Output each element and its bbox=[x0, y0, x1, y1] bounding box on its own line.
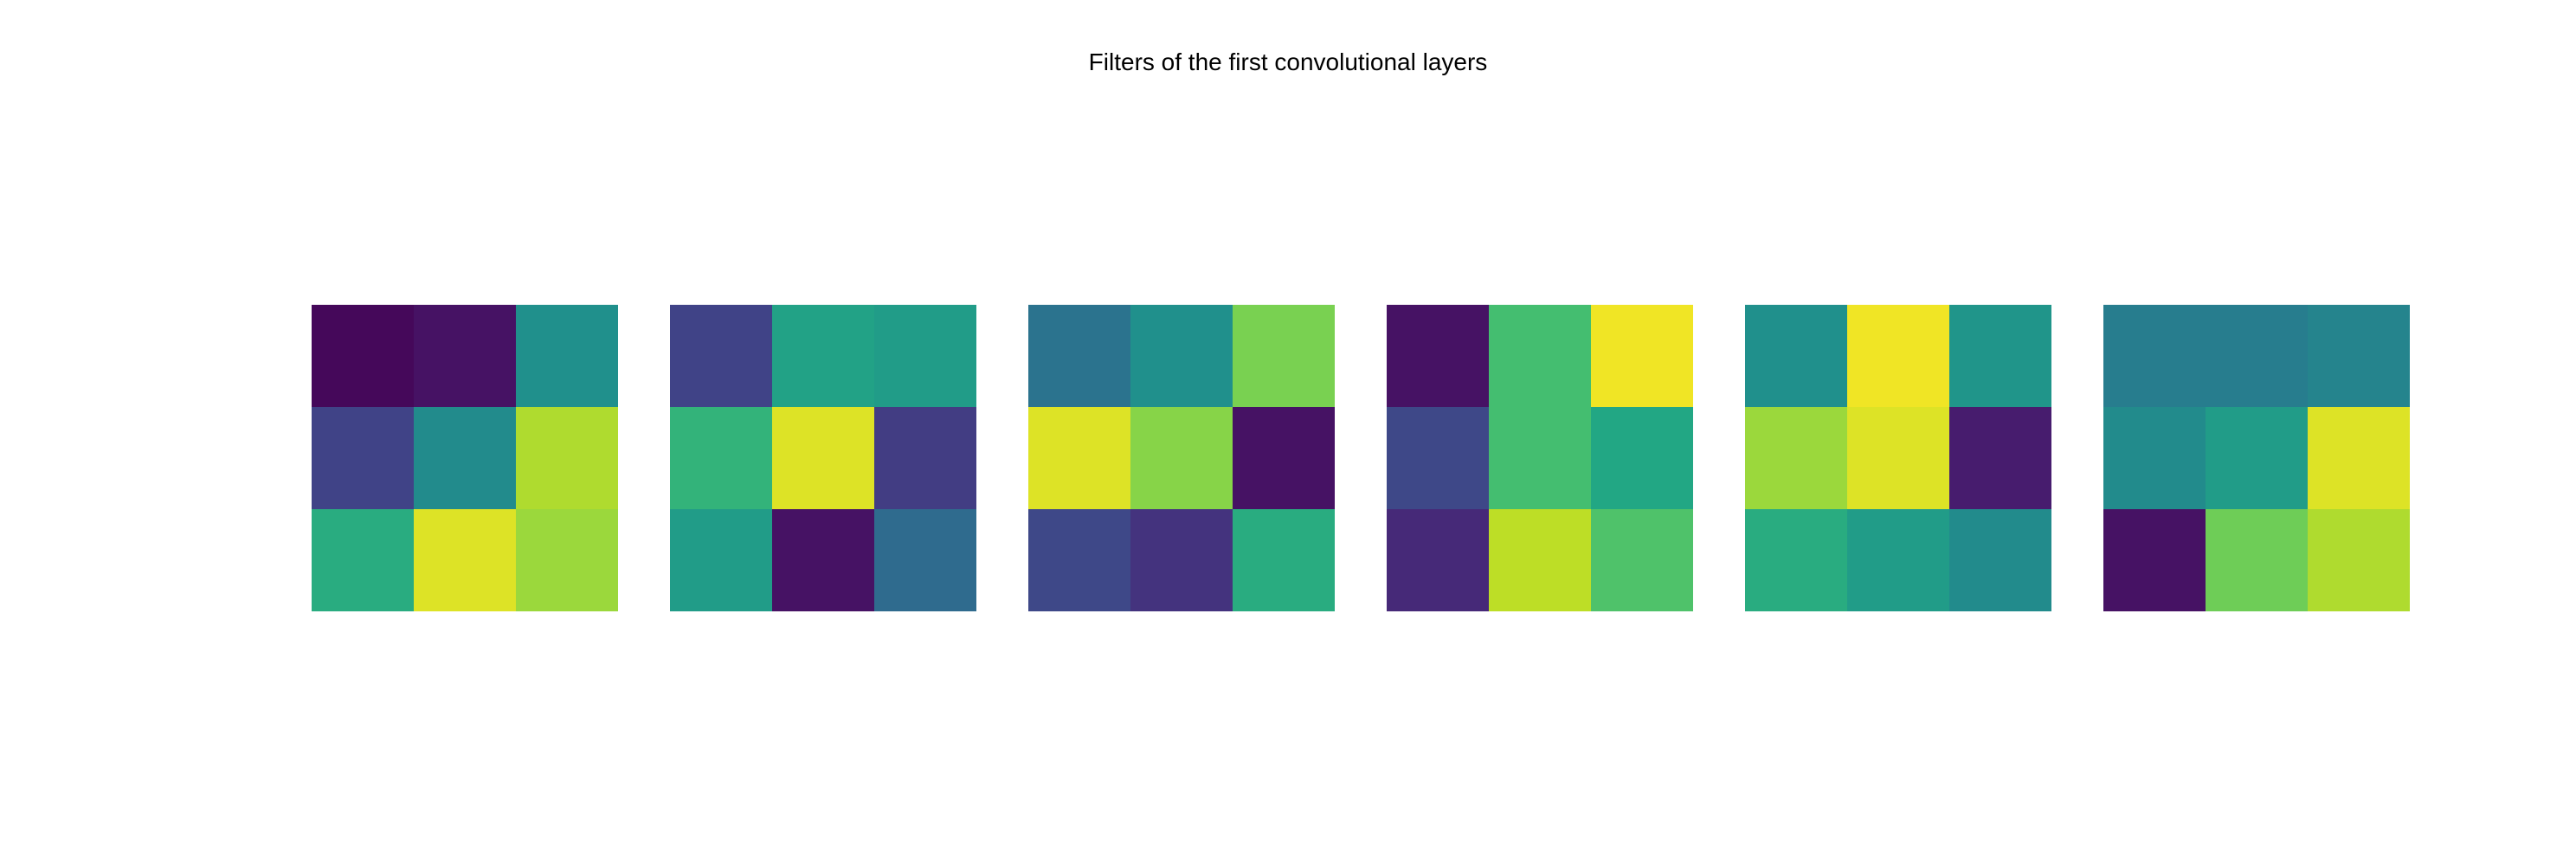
figure-title: Filters of the first convolutional layer… bbox=[0, 48, 2576, 76]
heatmap-cell bbox=[1591, 509, 1693, 611]
heatmap-panel-1 bbox=[670, 305, 976, 611]
heatmap-cell bbox=[414, 407, 516, 509]
heatmap-cell bbox=[1949, 509, 2051, 611]
heatmap-cell bbox=[1233, 509, 1335, 611]
heatmap-cell bbox=[1233, 407, 1335, 509]
heatmap-panel-0 bbox=[312, 305, 618, 611]
heatmap-cell bbox=[1949, 305, 2051, 407]
heatmap-cell bbox=[2103, 305, 2206, 407]
heatmap-cell bbox=[1130, 407, 1233, 509]
heatmap-cell bbox=[2206, 305, 2308, 407]
heatmap-cell bbox=[312, 509, 414, 611]
heatmap-panel-4 bbox=[1745, 305, 2051, 611]
heatmap-cell bbox=[1387, 407, 1489, 509]
heatmap-cell bbox=[2103, 407, 2206, 509]
heatmap-cell bbox=[1591, 305, 1693, 407]
heatmap-cell bbox=[1745, 305, 1847, 407]
heatmap-cell bbox=[1130, 509, 1233, 611]
heatmap-panel-3 bbox=[1387, 305, 1693, 611]
heatmap-cell bbox=[1847, 407, 1949, 509]
heatmap-cell bbox=[1745, 509, 1847, 611]
heatmap-cell bbox=[1847, 509, 1949, 611]
heatmap-cell bbox=[1847, 305, 1949, 407]
heatmap-cell bbox=[1949, 407, 2051, 509]
heatmap-cell bbox=[2308, 305, 2410, 407]
heatmap-cell bbox=[2308, 407, 2410, 509]
heatmap-cell bbox=[1489, 407, 1591, 509]
heatmap-cell bbox=[1028, 305, 1130, 407]
heatmap-cell bbox=[874, 407, 976, 509]
heatmap-cell bbox=[2103, 509, 2206, 611]
heatmap-panel-2 bbox=[1028, 305, 1335, 611]
heatmap-cell bbox=[312, 305, 414, 407]
heatmap-cell bbox=[516, 509, 618, 611]
heatmap-cell bbox=[772, 407, 874, 509]
heatmap-cell bbox=[1233, 305, 1335, 407]
heatmap-cell bbox=[516, 305, 618, 407]
heatmap-cell bbox=[414, 305, 516, 407]
heatmap-cell bbox=[1130, 305, 1233, 407]
heatmap-panel-5 bbox=[2103, 305, 2410, 611]
heatmap-row bbox=[312, 305, 2410, 611]
heatmap-cell bbox=[772, 305, 874, 407]
heatmap-cell bbox=[2206, 509, 2308, 611]
heatmap-cell bbox=[874, 305, 976, 407]
heatmap-cell bbox=[2206, 407, 2308, 509]
heatmap-cell bbox=[1489, 509, 1591, 611]
heatmap-cell bbox=[1387, 509, 1489, 611]
heatmap-cell bbox=[414, 509, 516, 611]
heatmap-cell bbox=[670, 407, 772, 509]
heatmap-cell bbox=[2308, 509, 2410, 611]
heatmap-cell bbox=[1387, 305, 1489, 407]
heatmap-cell bbox=[516, 407, 618, 509]
heatmap-cell bbox=[874, 509, 976, 611]
heatmap-cell bbox=[312, 407, 414, 509]
heatmap-cell bbox=[772, 509, 874, 611]
heatmap-cell bbox=[1489, 305, 1591, 407]
heatmap-cell bbox=[1745, 407, 1847, 509]
heatmap-cell bbox=[1028, 407, 1130, 509]
heatmap-cell bbox=[670, 305, 772, 407]
heatmap-cell bbox=[1028, 509, 1130, 611]
heatmap-cell bbox=[1591, 407, 1693, 509]
heatmap-cell bbox=[670, 509, 772, 611]
